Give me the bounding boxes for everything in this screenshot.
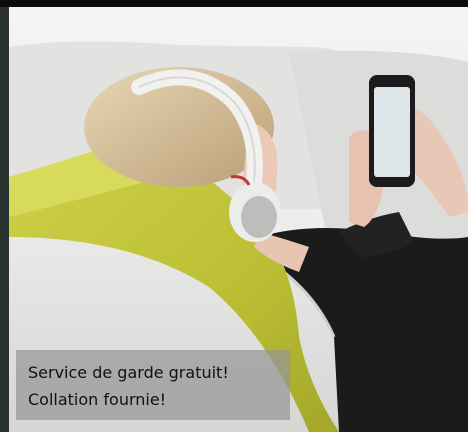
top-frame-strip bbox=[0, 0, 468, 7]
left-frame-strip bbox=[0, 7, 9, 432]
promo-line-childcare: Service de garde gratuit! bbox=[28, 363, 229, 382]
promo-caption-box: Service de garde gratuit! Collation four… bbox=[16, 350, 290, 420]
promo-line-snack: Collation fournie! bbox=[28, 390, 167, 409]
